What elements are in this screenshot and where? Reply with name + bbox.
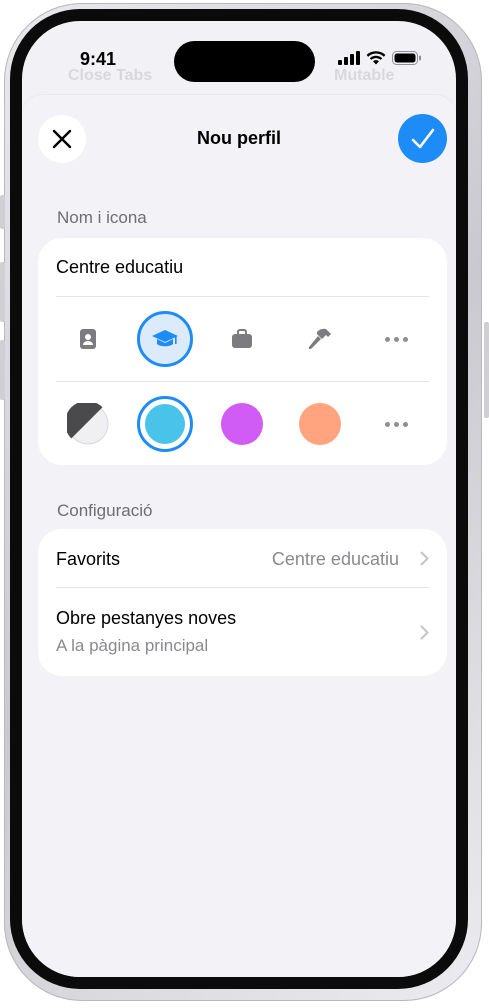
done-button[interactable] (398, 114, 447, 163)
divider (56, 381, 429, 382)
orange-color-swatch (299, 403, 341, 445)
auto-color-swatch (67, 403, 109, 445)
volume-down-button (0, 340, 5, 400)
action-button (0, 195, 5, 229)
color-option-more[interactable] (368, 396, 424, 452)
background-title-right: Mutable (334, 67, 395, 84)
icon-option-hammer[interactable] (292, 311, 348, 367)
id-badge-icon (80, 329, 96, 349)
sheet-title: Nou perfil (197, 128, 281, 148)
favorites-row[interactable]: Favorits Centre educatiu (38, 529, 447, 587)
icon-option-graduation-cap[interactable] (137, 311, 193, 367)
icon-option-briefcase[interactable] (214, 311, 270, 367)
color-option-orange[interactable] (292, 396, 348, 452)
briefcase-icon (232, 329, 252, 348)
settings-section-header: Configuració (57, 501, 153, 520)
graduation-cap-icon (152, 330, 178, 347)
new-tabs-label: Obre pestanyes noves (56, 608, 237, 628)
chevron-right-icon (420, 551, 429, 566)
name-icon-card: Centre educatiu (38, 238, 447, 465)
chevron-right-icon (420, 625, 429, 640)
power-button (484, 322, 489, 418)
divider (56, 296, 429, 297)
color-option-auto[interactable] (60, 396, 116, 452)
phone-bezel: Close Tabs Mutable 9:41 Nou perfil Nom i… (10, 9, 468, 989)
favorites-label: Favorits (56, 549, 121, 569)
new-tabs-row[interactable]: Obre pestanyes noves A la pàgina princip… (38, 588, 447, 676)
color-option-purple[interactable] (214, 396, 270, 452)
status-time: 9:41 (80, 49, 117, 69)
icon-option-id-badge[interactable] (60, 311, 116, 367)
cellular-signal-icon (338, 51, 360, 65)
screen: Close Tabs Mutable 9:41 Nou perfil Nom i… (22, 21, 456, 977)
volume-up-button (0, 262, 5, 322)
wifi-icon (366, 51, 386, 65)
profile-name-field[interactable]: Centre educatiu (56, 257, 183, 278)
icon-option-more[interactable] (368, 311, 424, 367)
checkmark-icon (411, 128, 434, 148)
color-option-cyan[interactable] (137, 396, 193, 452)
name-section-header: Nom i icona (57, 208, 147, 227)
new-profile-sheet: Nou perfil Nom i icona Centre educatiu C… (22, 95, 456, 977)
cyan-color-swatch (145, 404, 185, 444)
new-tabs-value: A la pàgina principal (56, 636, 209, 655)
purple-color-swatch (221, 403, 263, 445)
status-icons (338, 51, 422, 65)
battery-icon (392, 51, 421, 65)
favorites-value: Centre educatiu (271, 549, 399, 569)
more-icon (384, 336, 408, 342)
hammer-icon (308, 328, 331, 349)
dynamic-island (174, 41, 315, 82)
settings-card: Favorits Centre educatiu Obre pestanyes … (38, 529, 447, 676)
more-icon (384, 421, 408, 427)
